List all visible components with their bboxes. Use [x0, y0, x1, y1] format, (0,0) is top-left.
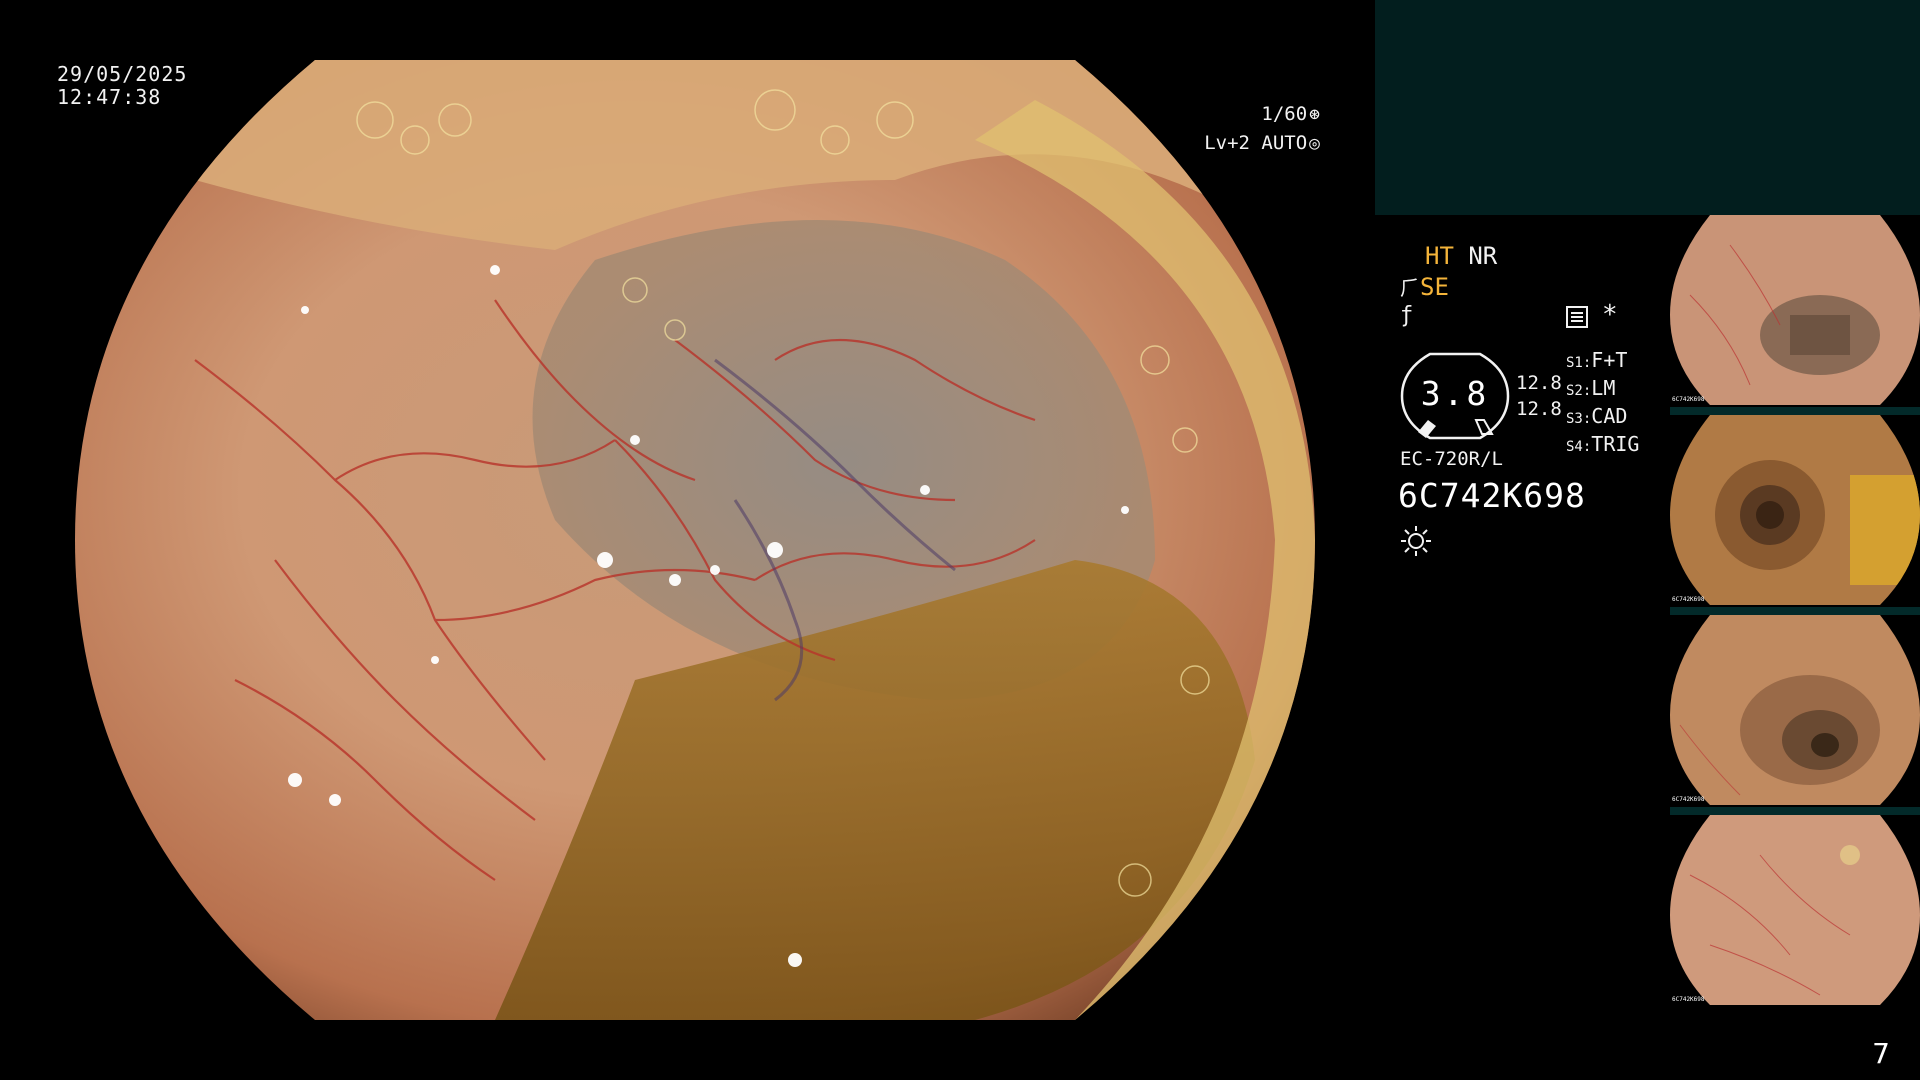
iris-row: Lv+2 AUTO ◎ — [1204, 129, 1320, 158]
mode-se: SE — [1420, 273, 1449, 301]
gauge-reading-2: 12.8 — [1516, 398, 1562, 420]
page-number: 7 — [1872, 1037, 1890, 1070]
mode-row-ht-nr: HT NR — [1425, 242, 1497, 270]
thumbnail-caption: 6C742K698 — [1672, 596, 1705, 603]
structure-icon: ƒ — [1400, 303, 1414, 328]
thumbnail-4[interactable]: 6C742K698 — [1670, 815, 1920, 1015]
thumbnail-3[interactable]: 6C742K698 — [1670, 615, 1920, 815]
switch-s1: S1:F+T — [1566, 348, 1628, 372]
date-time-display: 29/05/2025 12:47:38 — [57, 63, 187, 109]
processor-settings-panel: HT NR ⺁SE ƒ * 3.8 12.8 12.8 S1:F+T S2:LM… — [1398, 240, 1678, 570]
scope-model: EC-720R/L — [1400, 448, 1503, 470]
thumbnail-caption: 6C742K698 — [1672, 396, 1705, 403]
enhance-icon: ⺁ — [1400, 276, 1420, 300]
document-icon — [1566, 306, 1588, 328]
patient-info-panel — [1375, 0, 1920, 215]
shutter-speed: 1/60 — [1261, 103, 1308, 125]
gauge-reading-1: 12.8 — [1516, 372, 1562, 394]
asterisk-marker: * — [1602, 300, 1618, 330]
gauge-value: 3.8 — [1420, 374, 1490, 413]
endoscopic-image — [75, 60, 1315, 1020]
brightness-icon — [1400, 525, 1432, 557]
captured-thumbnails: 6C742K698 6C742K698 6C742K698 6C742K698 — [1670, 215, 1920, 1015]
endoscopy-screen: 29/05/2025 12:47:38 1/60 ⊛ Lv+2 AUTO ◎ HT … — [0, 0, 1920, 1080]
mode-nr: NR — [1468, 242, 1498, 270]
scope-switch-list: S1:F+T S2:LM S3:CAD S4:TRIG — [1566, 348, 1639, 460]
date-text: 29/05/2025 — [57, 62, 188, 86]
switch-s3: S3:CAD — [1566, 404, 1628, 428]
aperture-icon: ⊛ — [1309, 104, 1320, 125]
switch-s2: S2:LM — [1566, 376, 1616, 400]
iris-mode: Lv+2 AUTO — [1204, 132, 1308, 154]
thumbnail-caption: 6C742K698 — [1672, 796, 1705, 803]
shutter-row: 1/60 ⊛ — [1204, 100, 1320, 129]
exposure-display: 1/60 ⊛ Lv+2 AUTO ◎ — [1204, 100, 1320, 158]
mode-row-se: ⺁SE — [1400, 273, 1449, 302]
switch-s4: S4:TRIG — [1566, 432, 1640, 456]
thumbnail-2[interactable]: 6C742K698 — [1670, 415, 1920, 615]
scope-serial: 6C742K698 — [1398, 476, 1586, 515]
mode-ht: HT — [1425, 242, 1454, 270]
scope-gauge: 3.8 — [1400, 350, 1510, 442]
gauge-readings: 12.8 12.8 — [1516, 370, 1562, 422]
time-text: 12:47:38 — [57, 85, 162, 109]
target-icon: ◎ — [1309, 133, 1320, 154]
thumbnail-caption: 6C742K698 — [1672, 996, 1705, 1003]
thumbnail-1[interactable]: 6C742K698 — [1670, 215, 1920, 415]
